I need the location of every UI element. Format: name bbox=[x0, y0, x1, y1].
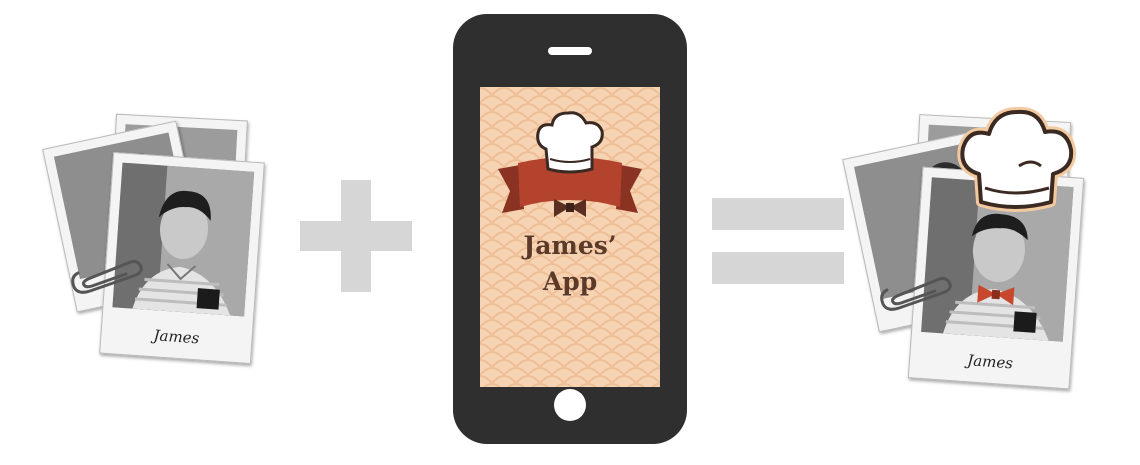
app-title-line1: James’ bbox=[523, 231, 617, 260]
equals-icon bbox=[712, 198, 844, 286]
left-photo-stack: James bbox=[40, 105, 280, 365]
app-title-line2: App bbox=[542, 267, 598, 296]
phone-speaker bbox=[548, 47, 592, 55]
paperclip-icon bbox=[71, 259, 143, 294]
home-button[interactable] bbox=[554, 389, 586, 421]
right-paperclip-icon bbox=[880, 276, 952, 311]
scene: James James’ App James bbox=[0, 0, 1140, 465]
smartphone: James’ App bbox=[453, 14, 687, 444]
right-photo-stack: James bbox=[842, 106, 1105, 400]
right-photo-caption: James bbox=[966, 351, 1014, 373]
large-chef-hat-icon bbox=[957, 106, 1077, 212]
left-photo-caption: James bbox=[153, 326, 200, 348]
app-screen[interactable]: James’ App bbox=[480, 87, 660, 387]
plus-icon bbox=[300, 180, 412, 292]
